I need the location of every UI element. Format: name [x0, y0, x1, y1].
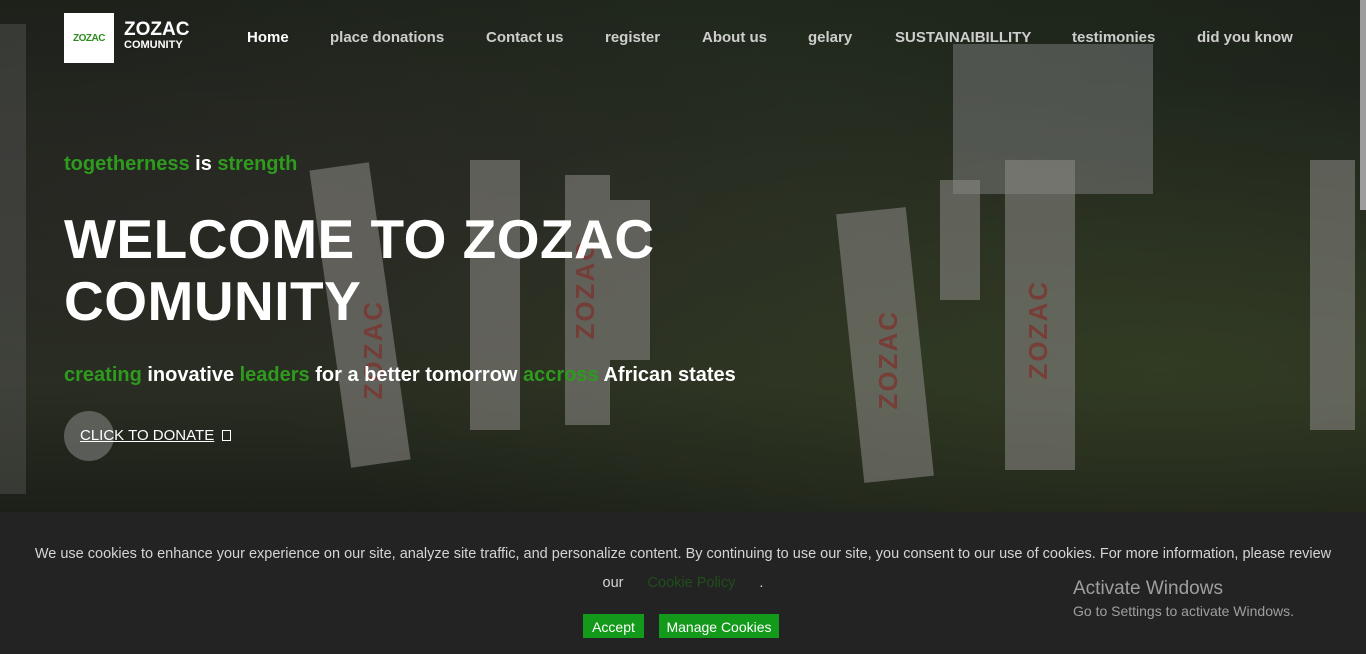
- logo[interactable]: ZOZAC: [64, 13, 114, 63]
- cookie-period: .: [759, 575, 764, 591]
- logo-text: ZOZAC: [73, 32, 105, 44]
- nav-testimonies[interactable]: testimonies: [1072, 29, 1155, 47]
- subline-word: African states: [598, 364, 736, 386]
- nav-register[interactable]: register: [605, 29, 660, 47]
- cookie-our-text: our: [602, 575, 624, 591]
- nav-sustainability[interactable]: SUSTAINAIBILLITY: [895, 29, 1031, 47]
- hero-headline: WELCOME TO ZOZAC COMUNITY: [64, 208, 704, 332]
- nav-about-us[interactable]: About us: [702, 29, 767, 47]
- nav-gallery[interactable]: gelary: [808, 29, 852, 47]
- subline-word: accross: [523, 364, 599, 386]
- activate-windows-watermark: Activate Windows Go to Settings to activ…: [1073, 578, 1294, 621]
- nav-place-donations[interactable]: place donations: [330, 29, 444, 47]
- watermark-title: Activate Windows: [1073, 578, 1223, 599]
- cookie-policy-link[interactable]: Cookie Policy: [648, 575, 736, 591]
- donate-button[interactable]: CLICK TO DONATE: [80, 426, 232, 446]
- brand-name[interactable]: ZOZAC: [124, 20, 189, 39]
- manage-cookies-button[interactable]: Manage Cookies: [659, 614, 779, 638]
- tagline-word: strength: [217, 153, 298, 175]
- nav-home[interactable]: Home: [247, 29, 289, 47]
- page: ZOZAC ZOZAC ZOZAC ZOZAC ZOZAC ZOZAC COMU…: [0, 0, 1366, 654]
- nav-did-you-know[interactable]: did you know: [1197, 29, 1293, 47]
- hero-subline: creating inovative leaders for a better …: [64, 364, 736, 387]
- cookie-message-text: We use cookies to enhance your experienc…: [34, 546, 1332, 562]
- arrow-icon: [222, 430, 232, 441]
- headline-line-2: COMUNITY: [64, 270, 362, 332]
- headline-line-1: WELCOME TO ZOZAC: [64, 208, 655, 270]
- watermark-subtitle: Go to Settings to activate Windows.: [1073, 603, 1294, 619]
- brand-subtitle[interactable]: COMUNITY: [124, 39, 183, 51]
- nav-contact-us[interactable]: Contact us: [486, 29, 564, 47]
- subline-word: inovative: [141, 364, 240, 386]
- donate-button-label: CLICK TO DONATE: [80, 427, 215, 444]
- tagline-word: togetherness: [64, 153, 190, 175]
- accept-cookies-button[interactable]: Accept: [583, 614, 644, 638]
- subline-word: creating: [64, 364, 142, 386]
- subline-word: leaders: [239, 364, 310, 386]
- hero-tagline: togetherness is strength: [64, 153, 297, 176]
- subline-word: for a better tomorrow: [309, 364, 524, 386]
- tagline-word: is: [189, 153, 218, 175]
